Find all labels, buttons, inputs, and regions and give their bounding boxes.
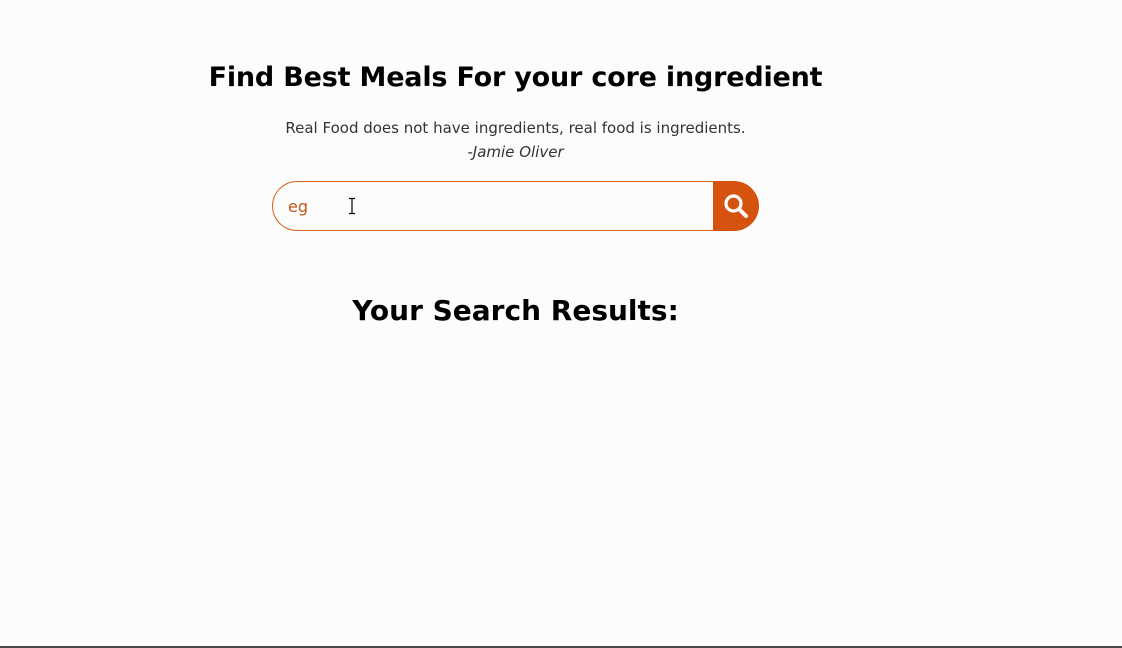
search-input[interactable] [272,181,713,231]
search-bar [272,181,759,231]
quote-text: Real Food does not have ingredients, rea… [285,119,746,137]
search-icon [723,193,749,219]
search-button[interactable] [713,181,759,231]
page: Find Best Meals For your core ingredient… [0,0,1122,648]
quote-author: -Jamie Oliver [467,143,564,161]
page-title: Find Best Meals For your core ingredient [208,62,823,93]
results-title: Your Search Results: [352,294,679,327]
